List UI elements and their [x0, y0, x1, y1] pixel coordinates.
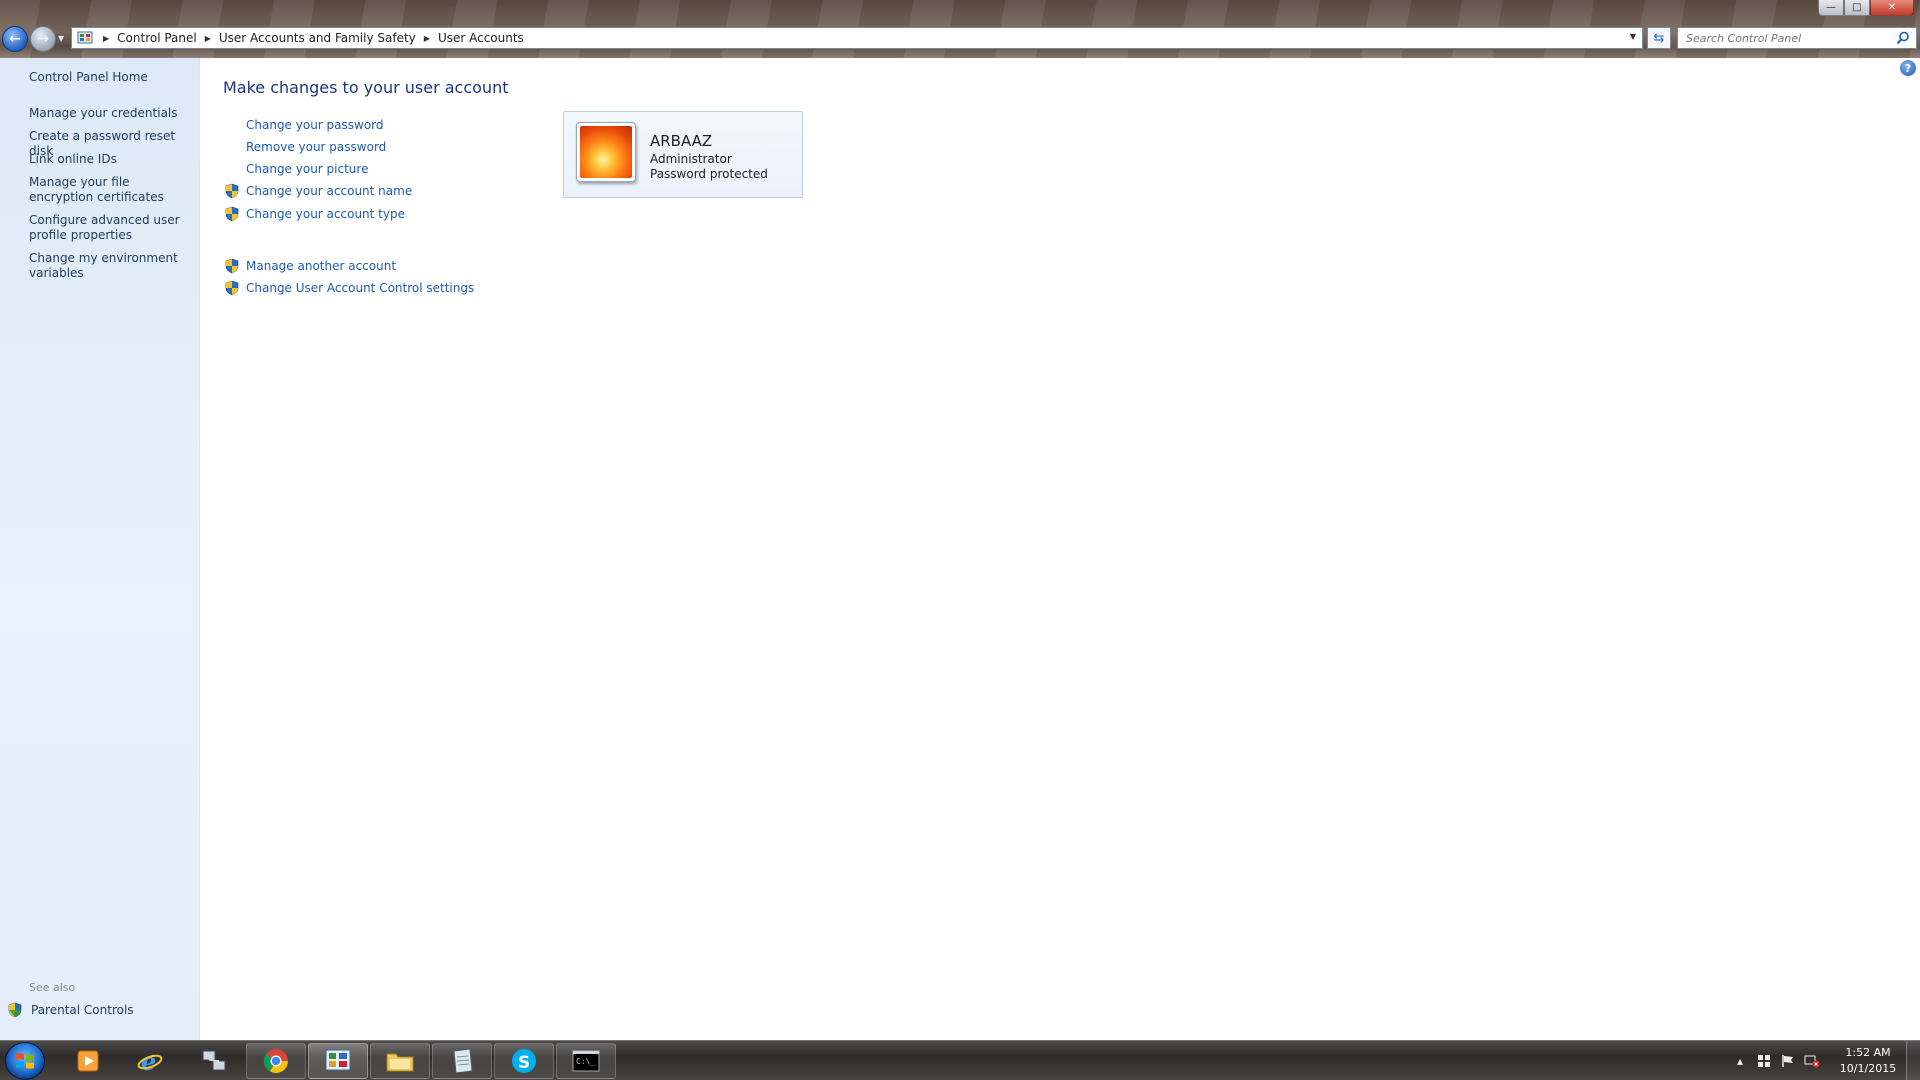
- recent-pages-dropdown[interactable]: ▼: [58, 34, 64, 43]
- taskbar: e S C:\_ ▴ 1:52 AM 10/1/2015: [0, 1040, 1920, 1080]
- refresh-button[interactable]: ⇆: [1647, 27, 1671, 49]
- see-also-heading: See also: [29, 981, 76, 994]
- media-player-icon: [77, 1050, 99, 1072]
- clock-date: 10/1/2015: [1839, 1062, 1897, 1075]
- task-label: Change User Account Control settings: [246, 281, 475, 295]
- windows-logo-icon: [16, 1053, 34, 1069]
- taskbar-chrome[interactable]: [246, 1043, 306, 1079]
- internet-explorer-icon: e: [137, 1047, 163, 1075]
- skype-icon: S: [512, 1049, 536, 1073]
- taskbar-notepad[interactable]: [432, 1043, 492, 1079]
- account-role: Administrator: [650, 152, 732, 166]
- notepad-icon: [453, 1048, 473, 1074]
- clock-time: 1:52 AM: [1845, 1046, 1891, 1059]
- network-connections-icon: [202, 1050, 226, 1071]
- start-button[interactable]: [5, 1042, 45, 1080]
- forward-button[interactable]: →: [30, 26, 56, 52]
- taskbar-media-player[interactable]: [58, 1043, 118, 1079]
- avatar[interactable]: [576, 122, 636, 182]
- taskbar-skype[interactable]: S: [494, 1043, 554, 1079]
- show-hidden-icons-icon[interactable]: ▴: [1730, 1051, 1750, 1071]
- sidebar-item-parental-controls[interactable]: Parental Controls: [8, 1002, 134, 1018]
- maximize-button[interactable]: □: [1844, 0, 1870, 16]
- search-box[interactable]: [1677, 27, 1917, 49]
- chevron-right-icon: ▶: [103, 33, 110, 43]
- network-disconnected-icon[interactable]: [1802, 1051, 1822, 1071]
- control-panel-icon: [75, 30, 95, 46]
- control-panel-icon: [325, 1049, 351, 1071]
- taskbar-command-prompt[interactable]: C:\_: [556, 1043, 616, 1079]
- page-title: Make changes to your user account: [223, 78, 509, 97]
- arrow-left-icon: ←: [9, 31, 21, 47]
- chevron-right-icon: ▶: [423, 33, 430, 43]
- uac-shield-icon: [223, 257, 241, 275]
- refresh-icon: ⇆: [1653, 30, 1665, 46]
- windows-flag-icon[interactable]: [1754, 1051, 1774, 1071]
- sidebar: Control Panel Home Manage your credentia…: [0, 58, 200, 1040]
- task-change-uac-settings[interactable]: Change User Account Control settings: [223, 279, 474, 297]
- task-label: Change your account name: [246, 184, 413, 198]
- task-change-account-name[interactable]: Change your account name: [223, 182, 412, 200]
- task-label: Change your password: [246, 118, 384, 132]
- sidebar-item-advanced-user-profile[interactable]: Configure advanced user profile properti…: [29, 213, 189, 243]
- uac-shield-icon: [223, 205, 241, 223]
- svg-text:C:\_: C:\_: [576, 1057, 595, 1066]
- sidebar-item-link-online-ids[interactable]: Link online IDs: [29, 152, 189, 167]
- back-button[interactable]: ←: [2, 26, 28, 52]
- system-tray: ▴ 1:52 AM 10/1/2015: [1728, 1041, 1920, 1080]
- uac-shield-icon: [223, 182, 241, 200]
- address-bar[interactable]: ▶ Control Panel ▶ User Accounts and Fami…: [71, 27, 1643, 49]
- task-remove-password[interactable]: Remove your password: [223, 138, 386, 156]
- command-prompt-icon: C:\_: [572, 1050, 600, 1072]
- window-controls: — □ ✕: [1818, 0, 1914, 16]
- uac-shield-icon: [223, 279, 241, 297]
- taskbar-clock[interactable]: 1:52 AM 10/1/2015: [1830, 1045, 1906, 1077]
- task-label: Manage another account: [246, 259, 397, 273]
- chevron-right-icon: ▶: [204, 33, 211, 43]
- show-desktop-button[interactable]: [1906, 1041, 1920, 1080]
- breadcrumb-user-accounts[interactable]: User Accounts: [438, 31, 524, 45]
- sidebar-item-control-panel-home[interactable]: Control Panel Home: [29, 70, 189, 85]
- svg-text:e: e: [141, 1047, 156, 1075]
- task-label: Change your account type: [246, 207, 405, 221]
- shield-icon: [8, 1002, 22, 1018]
- sidebar-item-file-encryption-certificates[interactable]: Manage your file encryption certificates: [29, 175, 189, 205]
- task-change-password[interactable]: Change your password: [223, 116, 384, 134]
- search-input[interactable]: [1686, 31, 1886, 45]
- action-center-flag-icon[interactable]: [1778, 1051, 1798, 1071]
- task-change-picture[interactable]: Change your picture: [223, 160, 368, 178]
- sidebar-item-manage-credentials[interactable]: Manage your credentials: [29, 106, 189, 121]
- arrow-right-icon: →: [37, 31, 49, 47]
- parental-controls-label: Parental Controls: [31, 1003, 134, 1017]
- search-icon[interactable]: [1896, 31, 1910, 48]
- account-name: ARBAAZ: [650, 132, 713, 150]
- flower-picture-icon: [580, 126, 632, 178]
- task-manage-another-account[interactable]: Manage another account: [223, 257, 396, 275]
- account-card: ARBAAZ Administrator Password protected: [563, 111, 803, 198]
- svg-text:S: S: [518, 1053, 530, 1073]
- taskbar-internet-explorer[interactable]: e: [120, 1043, 180, 1079]
- account-password-status: Password protected: [650, 167, 768, 181]
- taskbar-control-panel[interactable]: [308, 1043, 368, 1079]
- main-content: ? Make changes to your user account Chan…: [201, 58, 1920, 1040]
- help-icon[interactable]: ?: [1900, 60, 1916, 76]
- breadcrumb-control-panel[interactable]: Control Panel: [117, 31, 197, 45]
- minimize-button[interactable]: —: [1818, 0, 1844, 16]
- taskbar-network-connections[interactable]: [184, 1043, 244, 1079]
- close-button[interactable]: ✕: [1870, 0, 1914, 16]
- task-label: Remove your password: [246, 140, 387, 154]
- file-explorer-icon: [386, 1053, 414, 1072]
- chrome-icon: [263, 1049, 288, 1074]
- sidebar-item-environment-variables[interactable]: Change my environment variables: [29, 251, 189, 281]
- taskbar-file-explorer[interactable]: [370, 1043, 430, 1079]
- address-dropdown-icon[interactable]: ▼: [1630, 32, 1636, 41]
- task-label: Change your picture: [246, 162, 369, 176]
- task-change-account-type[interactable]: Change your account type: [223, 205, 405, 223]
- breadcrumb-user-accounts-family-safety[interactable]: User Accounts and Family Safety: [219, 31, 416, 45]
